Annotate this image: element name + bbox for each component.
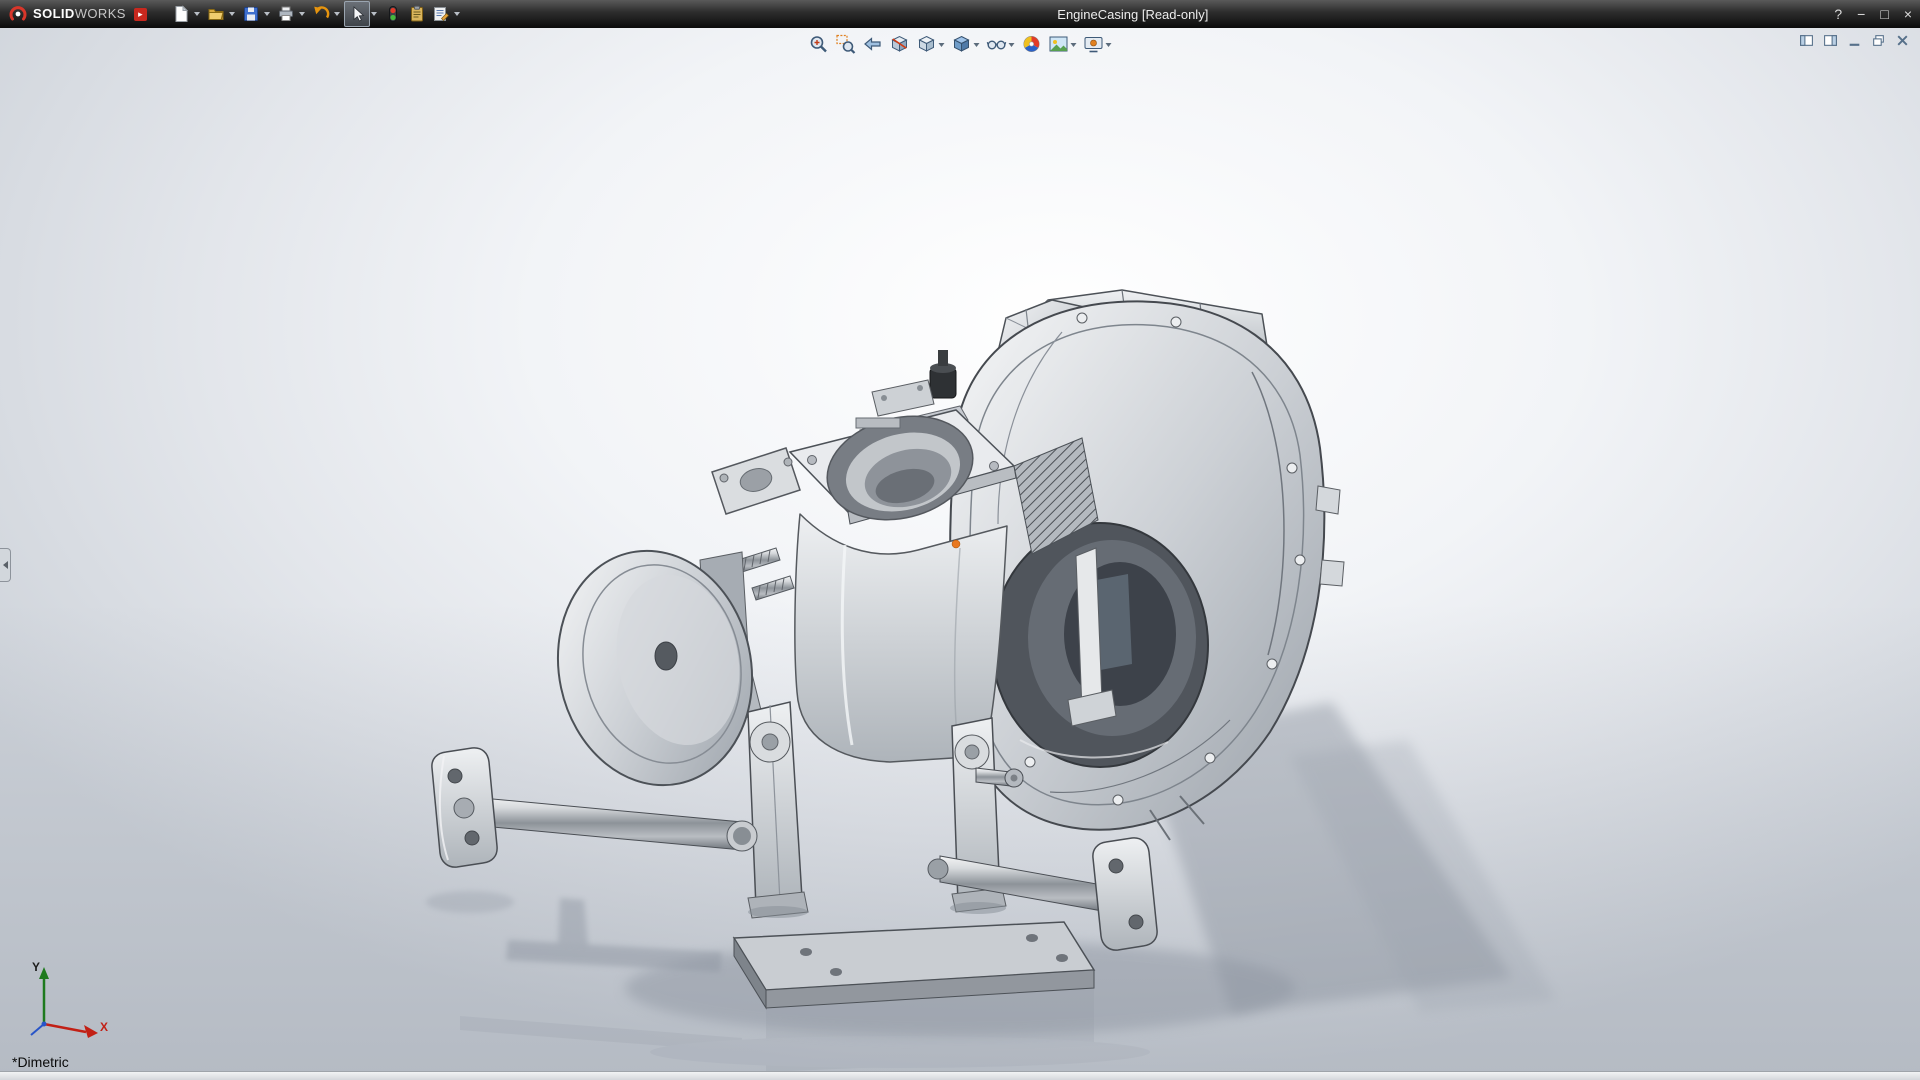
restore-doc-icon <box>1871 33 1886 48</box>
titlebar: SOLIDWORKS ▸ <box>0 0 1920 28</box>
close-button[interactable]: × <box>1904 0 1912 28</box>
chevron-down-icon[interactable] <box>334 12 340 16</box>
close-doc-icon <box>1895 33 1910 48</box>
maximize-button[interactable]: □ <box>1880 0 1888 28</box>
minimize-doc-icon <box>1847 33 1862 48</box>
engine-casing-model[interactable] <box>0 28 1920 1072</box>
options-icon <box>432 5 450 23</box>
brand-text: SOLIDWORKS <box>33 5 126 23</box>
view-orientation-button[interactable] <box>915 33 947 55</box>
chevron-down-icon[interactable] <box>229 12 235 16</box>
undo-icon <box>312 5 330 23</box>
minimize-document-button[interactable] <box>1847 33 1862 48</box>
chevron-left-icon <box>3 561 8 569</box>
rebuild-button[interactable] <box>381 2 405 26</box>
chevron-down-icon[interactable] <box>371 12 377 16</box>
open-button[interactable] <box>204 2 228 26</box>
previous-view-button[interactable] <box>861 33 885 55</box>
window-controls: ? − □ × <box>1834 0 1912 28</box>
solidworks-window: SOLIDWORKS ▸ <box>0 0 1920 1080</box>
save-button[interactable] <box>239 2 263 26</box>
scene-icon <box>1049 34 1069 54</box>
chevron-down-icon[interactable] <box>1106 43 1112 47</box>
menu-flyout-arrow[interactable]: ▸ <box>134 8 147 21</box>
options-button[interactable] <box>429 2 453 26</box>
selection-point <box>952 540 960 548</box>
section-view-icon <box>890 34 910 54</box>
zoom-to-area-button[interactable] <box>834 33 858 55</box>
save-icon <box>242 5 260 23</box>
minimize-button[interactable]: − <box>1857 0 1865 28</box>
display-style-button[interactable] <box>950 33 982 55</box>
section-view-button[interactable] <box>888 33 912 55</box>
chevron-down-icon[interactable] <box>454 12 460 16</box>
headsup-view-toolbar <box>807 33 1114 55</box>
zoom-to-fit-icon <box>809 34 829 54</box>
hide-show-items-button[interactable] <box>985 33 1017 55</box>
flywheel-disc[interactable] <box>537 533 774 804</box>
pane-left-icon <box>1799 33 1814 48</box>
restore-document-button[interactable] <box>1871 33 1886 48</box>
help-button[interactable]: ? <box>1834 0 1842 28</box>
undo-button[interactable] <box>309 2 333 26</box>
display-style-icon <box>952 34 972 54</box>
glasses-icon <box>987 34 1007 54</box>
show-feature-pane-button[interactable] <box>1799 33 1814 48</box>
close-document-button[interactable] <box>1895 33 1910 48</box>
view-orientation-label: *Dimetric <box>12 1054 69 1070</box>
pane-right-icon <box>1823 33 1838 48</box>
select-button[interactable] <box>344 1 370 27</box>
reference-triad: Y X <box>8 964 118 1048</box>
zoom-to-area-icon <box>836 34 856 54</box>
view-settings-button[interactable] <box>1082 33 1114 55</box>
main-toolbar <box>169 1 464 27</box>
chevron-down-icon[interactable] <box>974 43 980 47</box>
chevron-down-icon[interactable] <box>1009 43 1015 47</box>
chevron-down-icon[interactable] <box>939 43 945 47</box>
chevron-down-icon[interactable] <box>299 12 305 16</box>
show-display-pane-button[interactable] <box>1823 33 1838 48</box>
document-title: EngineCasing [Read-only] <box>1057 7 1208 22</box>
panel-collapse-tab[interactable] <box>0 548 11 582</box>
chevron-down-icon[interactable] <box>1071 43 1077 47</box>
zoom-to-fit-button[interactable] <box>807 33 831 55</box>
file-properties-button[interactable] <box>405 2 429 26</box>
apply-scene-button[interactable] <box>1047 33 1079 55</box>
clipboard-icon <box>408 5 426 23</box>
view-orientation-cube-icon <box>917 34 937 54</box>
rebuild-traffic-light-icon <box>384 5 402 23</box>
solidworks-logo-icon <box>8 4 28 24</box>
print-icon <box>277 5 295 23</box>
graphics-area[interactable]: Y X *Dimetric <box>0 28 1920 1072</box>
chevron-down-icon[interactable] <box>264 12 270 16</box>
previous-view-icon <box>863 34 883 54</box>
new-document-button[interactable] <box>169 2 193 26</box>
triad-axes-icon <box>8 964 118 1048</box>
new-document-icon <box>172 5 190 23</box>
document-window-controls <box>1799 33 1910 48</box>
triad-x-label: X <box>100 1020 108 1034</box>
open-folder-icon <box>207 5 225 23</box>
chevron-down-icon[interactable] <box>194 12 200 16</box>
view-settings-icon <box>1084 34 1104 54</box>
status-bar <box>0 1071 1920 1080</box>
appearance-ball-icon <box>1022 34 1042 54</box>
print-button[interactable] <box>274 2 298 26</box>
edit-appearance-button[interactable] <box>1020 33 1044 55</box>
triad-y-label: Y <box>32 960 40 974</box>
select-cursor-icon <box>348 5 366 23</box>
solidworks-brand: SOLIDWORKS ▸ <box>0 4 155 24</box>
